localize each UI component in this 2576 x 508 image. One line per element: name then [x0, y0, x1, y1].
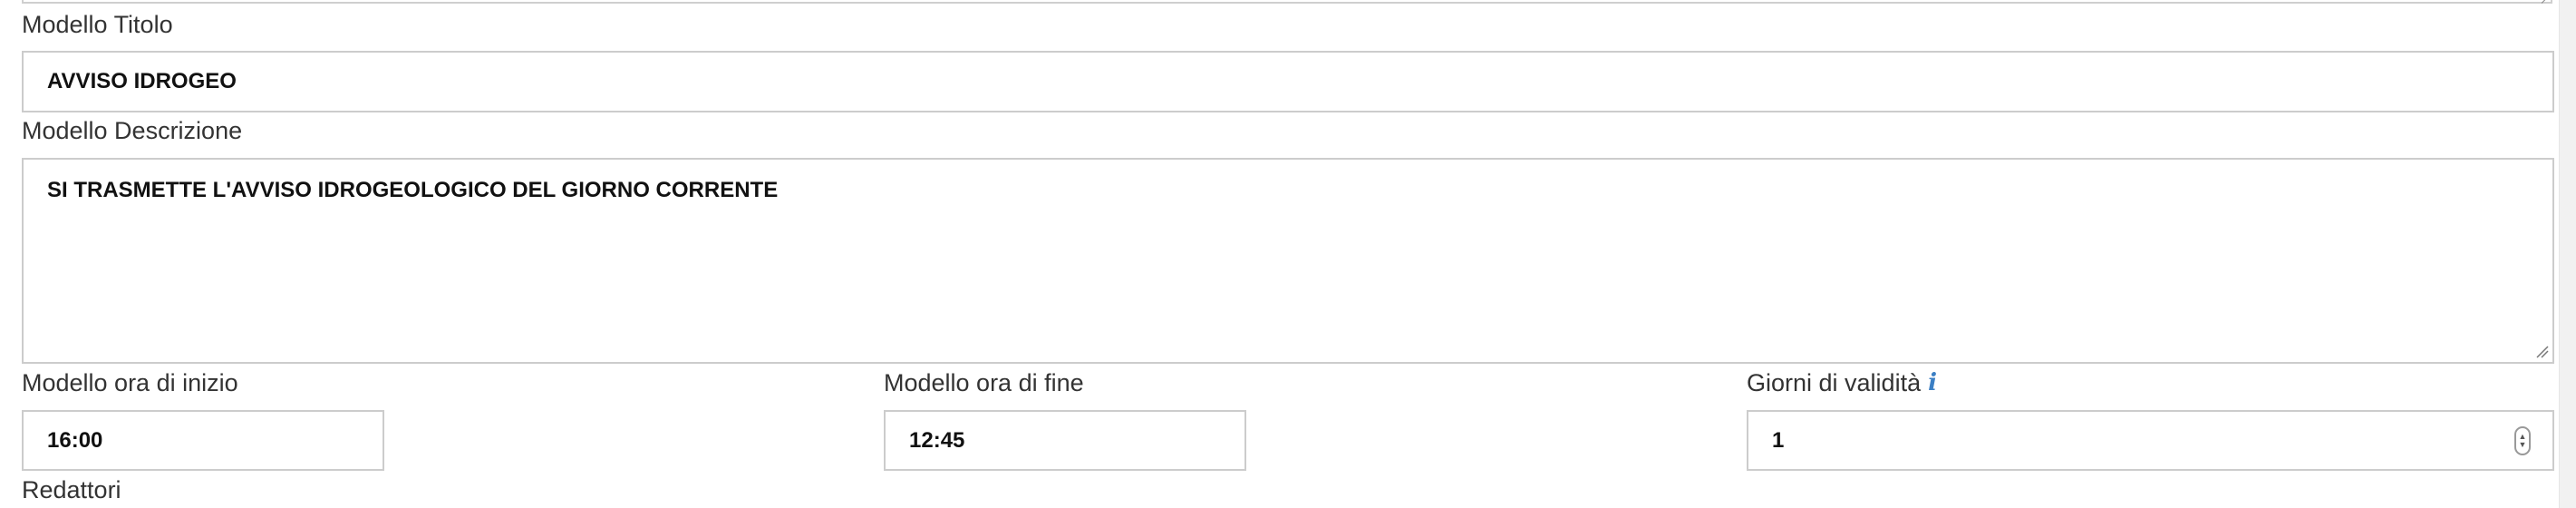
- resize-grip-icon[interactable]: [2540, 0, 2549, 4]
- end-time-label: Modello ora di fine: [884, 369, 1084, 396]
- description-label: Modello Descrizione: [22, 117, 243, 144]
- validity-label: Giorni di validità: [1747, 369, 1922, 396]
- end-time-input[interactable]: 12:45: [884, 410, 1246, 471]
- page-scrollbar[interactable]: [2559, 0, 2576, 508]
- previous-textarea-bottom-edge: [22, 0, 2552, 4]
- spinner-down-icon[interactable]: ▼: [2519, 440, 2527, 449]
- info-icon[interactable]: i: [1926, 371, 1939, 395]
- start-time-label: Modello ora di inizio: [22, 369, 238, 396]
- title-input[interactable]: AVVISO IDROGEO: [22, 51, 2554, 112]
- validity-days-value: 1: [1772, 427, 1785, 453]
- validity-label-group: Giorni di validità i: [1747, 371, 1939, 396]
- validity-days-input[interactable]: 1 ▲ ▼: [1747, 410, 2554, 471]
- resize-grip-icon[interactable]: [2536, 346, 2549, 358]
- start-time-input[interactable]: 16:00: [22, 410, 384, 471]
- description-text: SI TRASMETTE L'AVVISO IDROGEOLOGICO DEL …: [47, 178, 779, 202]
- editors-label: Redattori: [22, 476, 121, 503]
- number-spinner-icon[interactable]: ▲ ▼: [2514, 425, 2531, 455]
- title-label: Modello Titolo: [22, 11, 173, 38]
- description-textarea[interactable]: SI TRASMETTE L'AVVISO IDROGEOLOGICO DEL …: [22, 158, 2554, 364]
